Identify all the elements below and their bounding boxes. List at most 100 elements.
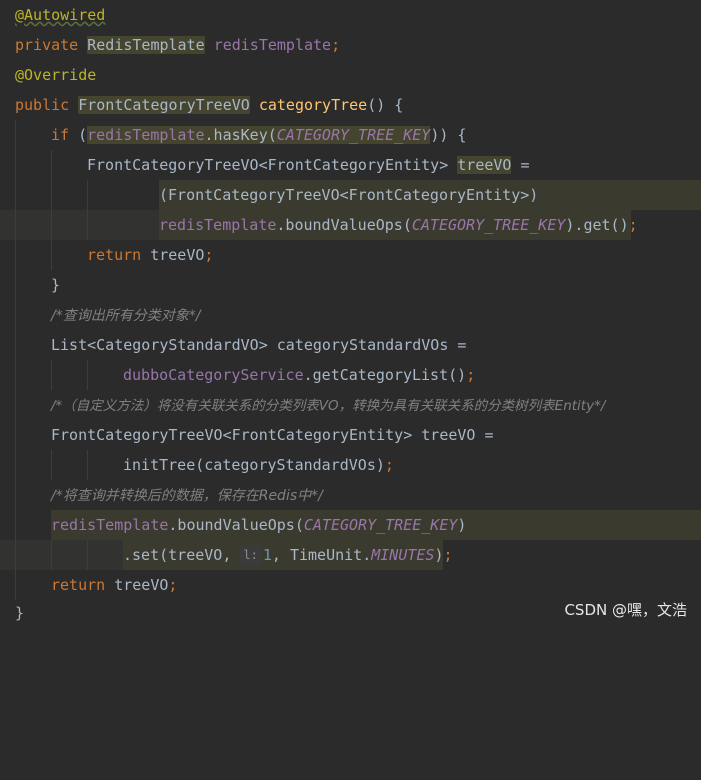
- indent-guide: [15, 540, 16, 570]
- indent-guide: [15, 150, 16, 180]
- field-name: redisTemplate: [51, 516, 169, 534]
- watermark: CSDN @嘿，文浩: [564, 601, 687, 619]
- indent-guide: [51, 210, 52, 240]
- method-name: categoryTree: [258, 96, 368, 114]
- code-text: FrontCategoryTreeVO<FrontCategoryEntity>…: [51, 426, 494, 444]
- indent-guide: [87, 450, 88, 480]
- indent-guide: [51, 240, 52, 270]
- type-name: RedisTemplate: [87, 36, 205, 54]
- code-text: FrontCategoryTreeVO<FrontCategoryEntity>: [87, 156, 449, 174]
- semicolon: ;: [168, 576, 178, 594]
- code-text: ).get(): [565, 216, 629, 234]
- code-line-2: private RedisTemplate redisTemplate;: [0, 30, 701, 60]
- code-line-16: initTree(categoryStandardVOs);: [0, 450, 701, 480]
- code-line-18: redisTemplate.boundValueOps(CATEGORY_TRE…: [0, 510, 701, 540]
- field-name: redisTemplate: [159, 216, 277, 234]
- code-comment: /*（自定义方法）将没有关联关系的分类列表VO，转换为具有关联关系的分类树列表E…: [51, 398, 606, 414]
- code-text: .hasKey(: [204, 126, 277, 144]
- indent-guide: [51, 180, 52, 210]
- semicolon: ;: [204, 246, 214, 264]
- code-text: (: [78, 126, 88, 144]
- keyword: if: [51, 126, 70, 144]
- indent-guide: [51, 540, 52, 570]
- code-line-12: List<CategoryStandardVO> categoryStandar…: [0, 330, 701, 360]
- code-line-14: /*（自定义方法）将没有关联关系的分类列表VO，转换为具有关联关系的分类树列表E…: [0, 390, 701, 420]
- indent-guide: [15, 120, 16, 150]
- code-line-19: .set(treeVO, l: 1, TimeUnit.MINUTES);: [0, 540, 701, 570]
- code-line-15: FrontCategoryTreeVO<FrontCategoryEntity>…: [0, 420, 701, 450]
- code-text: List<CategoryStandardVO> categoryStandar…: [51, 336, 467, 354]
- code-text: .boundValueOps(: [168, 516, 304, 534]
- code-text: initTree(categoryStandardVOs): [123, 456, 385, 474]
- code-line-4: public FrontCategoryTreeVO categoryTree(…: [0, 90, 701, 120]
- semicolon: ;: [384, 456, 394, 474]
- indent-guide: [15, 390, 16, 420]
- indent-guide: [15, 210, 16, 240]
- code-line-17: /*将查询并转换后的数据，保存在Redis中*/: [0, 480, 701, 510]
- code-text: )) {: [430, 126, 467, 144]
- constant: MINUTES: [371, 546, 435, 564]
- keyword: return: [51, 576, 106, 594]
- indent-guide: [15, 270, 16, 300]
- constant: CATEGORY_TREE_KEY: [411, 216, 566, 234]
- indent-guide: [15, 330, 16, 360]
- constant: CATEGORY_TREE_KEY: [276, 126, 431, 144]
- line-highlight: [0, 210, 159, 240]
- field-name: dubboCategoryService: [123, 366, 304, 384]
- indent-guide: [15, 360, 16, 390]
- code-text: treeVO: [105, 576, 169, 594]
- code-line-10: }: [0, 270, 701, 300]
- annotation: @Autowired: [15, 6, 106, 24]
- code-text: }: [51, 276, 61, 294]
- indent-guide: [15, 240, 16, 270]
- semicolon: ;: [466, 366, 476, 384]
- indent-guide: [87, 210, 88, 240]
- code-comment: /*查询出所有分类对象*/: [51, 308, 201, 324]
- constant: CATEGORY_TREE_KEY: [303, 516, 458, 534]
- indent-guide: [15, 180, 16, 210]
- code-text: ): [457, 516, 467, 534]
- indent-guide: [87, 540, 88, 570]
- type-name: FrontCategoryTreeVO: [78, 96, 250, 114]
- code-line-11: /*查询出所有分类对象*/: [0, 300, 701, 330]
- code-text: .getCategoryList(): [303, 366, 467, 384]
- code-line-3: @Override: [0, 60, 701, 90]
- code-line-7: (FrontCategoryTreeVO<FrontCategoryEntity…: [0, 180, 701, 210]
- number-literal: 1: [262, 546, 272, 564]
- keyword: private: [15, 36, 79, 54]
- keyword: return: [87, 246, 142, 264]
- indent-guide: [87, 360, 88, 390]
- parameter-hint: l:: [240, 545, 261, 565]
- code-comment: /*将查询并转换后的数据，保存在Redis中*/: [51, 488, 323, 504]
- code-line-20: return treeVO;: [0, 570, 701, 600]
- semicolon: ;: [628, 216, 638, 234]
- code-text: treeVO: [141, 246, 205, 264]
- code-text: , TimeUnit.: [271, 546, 372, 564]
- semicolon: ;: [331, 36, 341, 54]
- indent-guide: [51, 150, 52, 180]
- indent-guide: [15, 300, 16, 330]
- code-line-1: @Autowired: [0, 0, 701, 30]
- code-editor[interactable]: @Autowired private RedisTemplate redisTe…: [0, 0, 701, 628]
- indent-guide: [87, 180, 88, 210]
- field-name: redisTemplate: [213, 36, 332, 54]
- code-text: (FrontCategoryTreeVO<FrontCategoryEntity…: [159, 186, 539, 204]
- indent-guide: [15, 450, 16, 480]
- code-text: .set(treeVO,: [123, 546, 241, 564]
- code-line-9: return treeVO;: [0, 240, 701, 270]
- indent-guide: [51, 360, 52, 390]
- field-name: redisTemplate: [87, 126, 205, 144]
- indent-guide: [15, 510, 16, 540]
- code-line-8: redisTemplate.boundValueOps(CATEGORY_TRE…: [0, 210, 701, 240]
- line-highlight: [0, 540, 123, 570]
- code-line-13: dubboCategoryService.getCategoryList();: [0, 360, 701, 390]
- indent-guide: [51, 450, 52, 480]
- keyword: public: [15, 96, 70, 114]
- annotation: @Override: [15, 66, 97, 84]
- variable-name: treeVO: [457, 156, 512, 174]
- semicolon: ;: [443, 546, 453, 564]
- code-text: () {: [367, 96, 404, 114]
- indent-guide: [15, 420, 16, 450]
- code-text: }: [15, 604, 25, 622]
- code-text: .boundValueOps(: [276, 216, 412, 234]
